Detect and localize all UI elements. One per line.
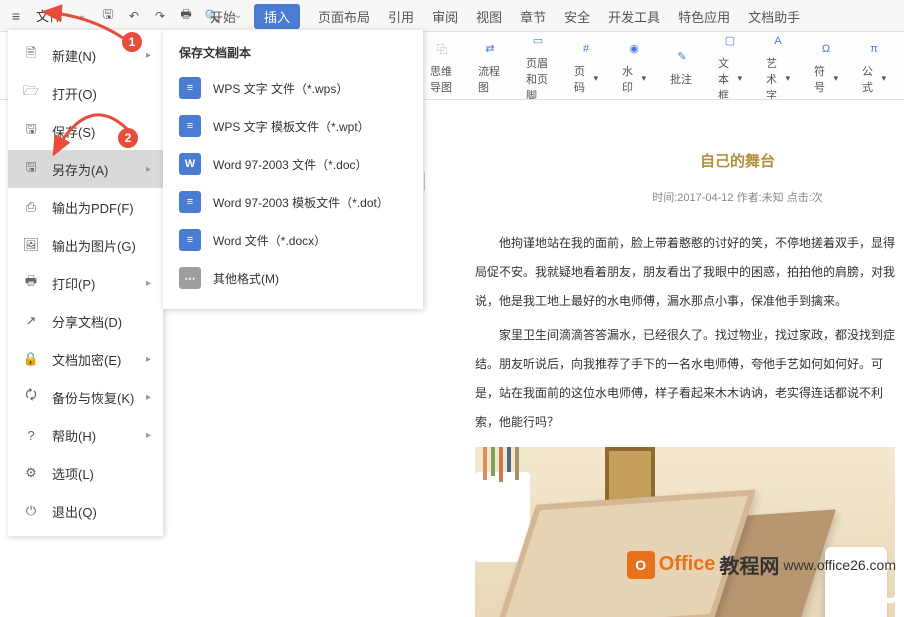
menu-item-7[interactable]: ↗分享文档(D) (8, 302, 163, 340)
menu-icon-5: 🖼 (20, 234, 42, 256)
menu-icon-11: ⚙ (20, 462, 42, 484)
print-icon[interactable]: 🖶 (174, 4, 198, 28)
ribbon-icon-7: A (766, 32, 790, 53)
tab-1[interactable]: 插入 (254, 4, 300, 29)
document-title: 自己的舞台 (575, 150, 900, 171)
submenu-item-1[interactable]: ≡WPS 文字 模板文件（*.wpt） (163, 107, 423, 145)
document-body: 他拘谨地站在我的面前，脸上带着憨憨的讨好的笑，不停地搓着双手，显得局促不安。我就… (475, 229, 900, 437)
ribbon-2[interactable]: ▭页眉和页脚 (526, 32, 550, 100)
ribbon-4[interactable]: ◉水印▾ (622, 37, 646, 95)
watermark-url: www.office26.com (783, 557, 896, 573)
undo-icon[interactable]: ↶ (122, 4, 146, 28)
menu-item-9[interactable]: 🗘备份与恢复(K)▸ (8, 378, 163, 416)
ribbon-7[interactable]: A艺术字▾ (766, 32, 790, 100)
ribbon-3[interactable]: #页码▾ (574, 37, 598, 95)
submenu-item-5[interactable]: ⋯其他格式(M) (163, 259, 423, 297)
watermark-icon: O (627, 551, 655, 579)
ribbon-1[interactable]: ⇄流程图 (478, 37, 502, 95)
file-type-icon: ⋯ (179, 267, 201, 289)
tab-4[interactable]: 审阅 (432, 7, 458, 26)
ribbon-icon-0: ⿻ (430, 37, 454, 61)
ribbon-icon-2: ▭ (526, 32, 550, 53)
menu-item-4[interactable]: ⎙输出为PDF(F) (8, 188, 163, 226)
chevron-right-icon: ▸ (146, 164, 151, 175)
watermark: O Office 教程网 www.office26.com (627, 550, 896, 579)
tab-7[interactable]: 安全 (564, 7, 590, 26)
chevron-right-icon: ▸ (146, 430, 151, 441)
chevron-right-icon: ▸ (146, 392, 151, 403)
file-menu: 🗎新建(N)▸🗁打开(O)🖫保存(S)🖫另存为(A)▸⎙输出为PDF(F)🖼输出… (8, 30, 163, 536)
menu-item-11[interactable]: ⚙选项(L) (8, 454, 163, 492)
file-type-icon: ≡ (179, 229, 201, 251)
ribbon-8[interactable]: Ω符号▾ (814, 37, 838, 95)
watermark-brand: Office (659, 553, 716, 576)
file-type-icon: ≡ (179, 115, 201, 137)
annotation-badge-2: 2 (118, 128, 138, 148)
ribbon-6[interactable]: ▢文本框▾ (718, 32, 742, 100)
document-image (475, 447, 895, 617)
chevron-right-icon: ▸ (146, 278, 151, 289)
menu-icon-4: ⎙ (20, 196, 42, 218)
menu-icon-12: ⏻ (20, 500, 42, 522)
file-type-icon: ≡ (179, 191, 201, 213)
menu-item-10[interactable]: ?帮助(H)▸ (8, 416, 163, 454)
menu-item-8[interactable]: 🔒文档加密(E)▸ (8, 340, 163, 378)
hamburger-icon[interactable]: ≡ (4, 4, 28, 28)
menu-item-5[interactable]: 🖼输出为图片(G) (8, 226, 163, 264)
submenu-title: 保存文档副本 (163, 38, 423, 69)
watermark-suffix1: 教程网 (719, 550, 779, 579)
menu-icon-2: 🖫 (20, 120, 42, 142)
tab-5[interactable]: 视图 (476, 7, 502, 26)
ribbon-icon-5: ✎ (670, 45, 694, 69)
ribbon-9[interactable]: π公式▾ (862, 37, 886, 95)
chevron-right-icon: ▸ (146, 354, 151, 365)
menu-icon-3: 🖫 (20, 158, 42, 180)
ribbon-icon-9: π (862, 37, 886, 61)
ribbon-0[interactable]: ⿻思维导图 (430, 37, 454, 95)
menu-item-2[interactable]: 🖫保存(S) (8, 112, 163, 150)
chevron-right-icon: ▸ (146, 50, 151, 61)
file-menu-button[interactable]: 文件 (30, 4, 68, 28)
menu-icon-10: ? (20, 424, 42, 446)
ribbon-icon-8: Ω (814, 37, 838, 61)
tab-2[interactable]: 页面布局 (318, 7, 370, 26)
menu-item-3[interactable]: 🖫另存为(A)▸ (8, 150, 163, 188)
save-icon[interactable]: 🖫 (96, 4, 120, 28)
tab-0[interactable]: 开始 (210, 7, 236, 26)
ribbon-icon-3: # (574, 37, 598, 61)
annotation-badge-1: 1 (122, 32, 142, 52)
menu-icon-0: 🗎 (20, 44, 42, 66)
submenu-item-4[interactable]: ≡Word 文件（*.docx） (163, 221, 423, 259)
paragraph: 家里卫生间滴滴答答漏水，已经很久了。找过物业，找过家政，都没找到症结。朋友听说后… (475, 321, 900, 436)
document-meta: 时间:2017-04-12 作者:未知 点击:次 (575, 189, 900, 205)
ribbon-icon-1: ⇄ (478, 37, 502, 61)
menu-icon-8: 🔒 (20, 348, 42, 370)
tab-10[interactable]: 文档助手 (748, 7, 800, 26)
submenu-item-0[interactable]: ≡WPS 文字 文件（*.wps） (163, 69, 423, 107)
submenu-item-3[interactable]: ≡Word 97-2003 模板文件（*.dot） (163, 183, 423, 221)
chevron-down-icon[interactable]: ⌄ (70, 4, 94, 28)
ribbon-5[interactable]: ✎批注 (670, 45, 694, 87)
menu-item-12[interactable]: ⏻退出(Q) (8, 492, 163, 530)
ribbon-icon-4: ◉ (622, 37, 646, 61)
menu-icon-9: 🗘 (20, 386, 42, 408)
menu-icon-6: 🖶 (20, 272, 42, 294)
tab-3[interactable]: 引用 (388, 7, 414, 26)
menu-item-1[interactable]: 🗁打开(O) (8, 74, 163, 112)
document-page: 自己的舞台 时间:2017-04-12 作者:未知 点击:次 他拘谨地站在我的面… (425, 100, 900, 587)
tab-6[interactable]: 章节 (520, 7, 546, 26)
menu-icon-7: ↗ (20, 310, 42, 332)
file-type-icon: ≡ (179, 77, 201, 99)
file-type-icon: W (179, 153, 201, 175)
redo-icon[interactable]: ↷ (148, 4, 172, 28)
submenu-item-2[interactable]: WWord 97-2003 文件（*.doc） (163, 145, 423, 183)
menu-icon-1: 🗁 (20, 82, 42, 104)
paragraph: 他拘谨地站在我的面前，脸上带着憨憨的讨好的笑，不停地搓着双手，显得局促不安。我就… (475, 229, 900, 315)
save-as-submenu: 保存文档副本 ≡WPS 文字 文件（*.wps）≡WPS 文字 模板文件（*.w… (163, 30, 423, 309)
ribbon-icon-6: ▢ (718, 32, 742, 53)
menu-item-6[interactable]: 🖶打印(P)▸ (8, 264, 163, 302)
tab-9[interactable]: 特色应用 (678, 7, 730, 26)
tab-8[interactable]: 开发工具 (608, 7, 660, 26)
